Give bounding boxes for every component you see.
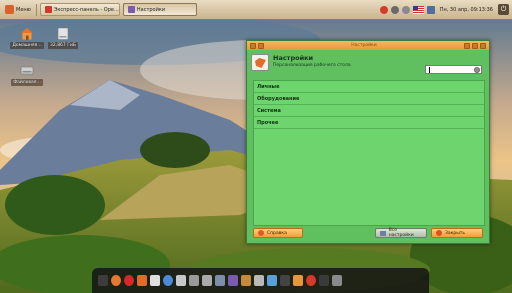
- menu-logo-icon: [5, 5, 14, 14]
- close-button-label: Закрыть: [445, 230, 466, 236]
- category-hardware[interactable]: Оборудование: [254, 93, 484, 105]
- folder-icon[interactable]: [241, 275, 251, 286]
- photo-icon[interactable]: [267, 275, 277, 286]
- clock[interactable]: Пн, 30 апр, 09:13:36: [438, 7, 495, 13]
- settings-icon: [251, 54, 269, 71]
- categories-panel: Личные Оборудование Система Прочее: [253, 80, 485, 226]
- text-cursor: [429, 67, 430, 73]
- screenshot-icon[interactable]: [215, 275, 225, 286]
- opera-turbo-icon[interactable]: [379, 5, 388, 14]
- opera-icon[interactable]: [124, 275, 134, 286]
- settings-icon[interactable]: [228, 275, 238, 286]
- category-system[interactable]: Система: [254, 105, 484, 117]
- opera-icon: [44, 6, 52, 13]
- help-button[interactable]: Справка: [253, 228, 303, 238]
- mail-icon[interactable]: [426, 5, 435, 14]
- volume-icon[interactable]: [401, 5, 410, 14]
- drive-icon: [57, 27, 69, 40]
- network-icon[interactable]: [390, 5, 399, 14]
- clipboard-icon[interactable]: [202, 275, 212, 286]
- desktop-icon-drive[interactable]: 32,867 ГиБ: [43, 27, 83, 49]
- window-title: Настройки: [351, 43, 377, 48]
- files-icon[interactable]: [137, 275, 147, 286]
- desktop-icon-home[interactable]: Домашняя...: [7, 27, 47, 49]
- chromium-icon[interactable]: [163, 275, 173, 286]
- settings-window: Настройки Настройки Персонализация рабоч…: [246, 40, 490, 244]
- text-editor-icon[interactable]: [176, 275, 186, 286]
- taskbar-item-label: Настройки: [136, 6, 166, 13]
- help-icon: [258, 230, 264, 236]
- desktop-icon-filesystem[interactable]: Файловая...: [7, 64, 47, 86]
- desktop-icon-label: Файловая...: [11, 79, 43, 86]
- header-subtitle: Персонализация рабочего стола: [273, 63, 351, 68]
- taskbar-item-label: Экспресс-панель - Ope...: [53, 6, 119, 13]
- power-icon[interactable]: ⏻: [498, 4, 509, 15]
- desktop-icon-label: 32,867 ГиБ: [48, 42, 78, 49]
- category-label: Личные: [257, 83, 280, 90]
- pin-icon[interactable]: [258, 42, 264, 49]
- terminal-icon[interactable]: [98, 275, 108, 286]
- category-label: Прочее: [257, 119, 279, 126]
- category-label: Система: [257, 107, 281, 114]
- home-folder-icon: [21, 28, 33, 40]
- main-menu-label: Меню: [16, 6, 31, 13]
- maximize-icon[interactable]: [471, 42, 478, 49]
- close-icon[interactable]: [479, 42, 486, 49]
- trash-icon[interactable]: [332, 275, 342, 286]
- settings-icon: [127, 6, 135, 13]
- taskbar-item-settings[interactable]: Настройки: [122, 3, 197, 16]
- window-menu-icon[interactable]: [250, 42, 256, 49]
- close-icon: [436, 230, 442, 236]
- window-footer: Справка Все настройки Закрыть: [247, 227, 489, 239]
- firefox-icon[interactable]: [111, 275, 121, 286]
- search-input[interactable]: [425, 65, 482, 74]
- header-text: Настройки Персонализация рабочего стола: [273, 54, 351, 76]
- desktop-icon-label: Домашняя...: [10, 42, 44, 49]
- minimize-icon[interactable]: [463, 42, 470, 49]
- close-button[interactable]: Закрыть: [431, 228, 483, 238]
- taskbar-item-opera[interactable]: Экспресс-панель - Ope...: [39, 3, 120, 16]
- all-settings-button[interactable]: Все настройки: [375, 228, 427, 238]
- main-menu-button[interactable]: Меню: [3, 4, 33, 16]
- header-title: Настройки: [273, 54, 314, 62]
- video-icon[interactable]: [280, 275, 290, 286]
- us-flag-icon[interactable]: [412, 5, 424, 14]
- monitor-icon[interactable]: [319, 275, 329, 286]
- window-titlebar[interactable]: Настройки: [247, 41, 489, 50]
- category-other[interactable]: Прочее: [254, 117, 484, 129]
- dock: [92, 268, 429, 293]
- music-icon[interactable]: [293, 275, 303, 286]
- record-icon[interactable]: [306, 275, 316, 286]
- archive-icon[interactable]: [254, 275, 264, 286]
- category-personal[interactable]: Личные: [254, 81, 484, 93]
- titlebar-right-buttons: [463, 42, 486, 49]
- document-icon[interactable]: [150, 275, 160, 286]
- panel-separator: [35, 3, 37, 16]
- category-label: Оборудование: [257, 95, 300, 102]
- search-icon[interactable]: [474, 66, 480, 73]
- help-button-label: Справка: [267, 230, 287, 236]
- all-settings-button-label: Все настройки: [388, 228, 414, 238]
- file-system-icon: [20, 66, 34, 75]
- all-settings-icon: [380, 230, 386, 236]
- system-tray: Пн, 30 апр, 09:13:36 ⏻: [379, 4, 509, 15]
- top-panel: Меню Экспресс-панель - Ope... Настройки …: [0, 0, 512, 20]
- calculator-icon[interactable]: [189, 275, 199, 286]
- titlebar-left-buttons: [250, 42, 264, 49]
